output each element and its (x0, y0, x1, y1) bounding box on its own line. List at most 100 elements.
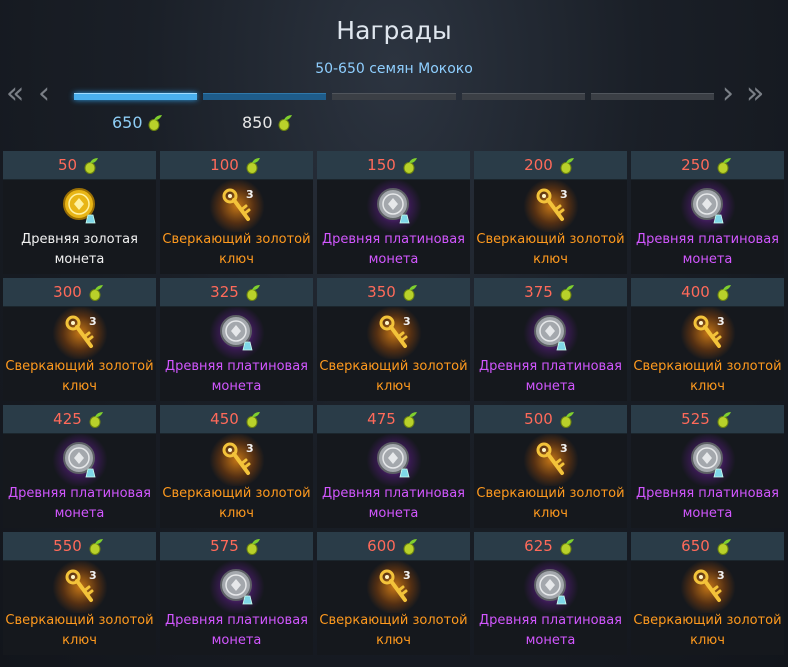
ancient-platinum-coin-icon (219, 569, 253, 605)
reward-item[interactable]: 3 Сверкающий золотой ключ (160, 180, 313, 274)
mokoko-seed-icon (560, 412, 574, 428)
reward-card[interactable]: 325 Древняя платиновая монета (160, 278, 313, 401)
reward-item[interactable]: Древняя платиновая монета (631, 434, 784, 528)
reward-card[interactable]: 425 Древняя платиновая монета (3, 405, 156, 528)
reward-card[interactable]: 400 3 Сверкающий золотой ключ (631, 278, 784, 401)
item-name: Древняя платиновая монета (164, 359, 309, 394)
mokoko-seed-icon (89, 412, 103, 428)
item-quantity: 3 (246, 188, 254, 201)
reward-threshold-header: 625 (474, 532, 627, 561)
reward-card[interactable]: 550 3 Сверкающий золотой ключ (3, 532, 156, 655)
mokoko-seed-icon (84, 158, 99, 174)
reward-item[interactable]: Древняя платиновая монета (474, 307, 627, 401)
milestone-value: 850 (242, 112, 273, 132)
reward-item[interactable]: Древняя платиновая монета (317, 180, 470, 274)
reward-threshold-header: 575 (160, 532, 313, 561)
reward-item[interactable]: Древняя платиновая монета (3, 434, 156, 528)
reward-item[interactable]: 3 Сверкающий золотой ключ (160, 434, 313, 528)
mokoko-seed-icon (717, 285, 731, 301)
last-page-icon[interactable]: » (746, 78, 765, 110)
item-name: Древняя платиновая монета (7, 486, 152, 521)
reward-card[interactable]: 500 3 Сверкающий золотой ключ (474, 405, 627, 528)
reward-card[interactable]: 650 3 Сверкающий золотой ключ (631, 532, 784, 655)
reward-threshold-header: 425 (3, 405, 156, 434)
ancient-platinum-coin-icon (376, 188, 410, 224)
reward-item[interactable]: 3 Сверкающий золотой ключ (3, 307, 156, 401)
reward-item[interactable]: Древняя платиновая монета (474, 561, 627, 655)
reward-threshold-header: 100 (160, 151, 313, 180)
mokoko-seed-icon (403, 539, 417, 555)
reward-threshold: 400 (681, 283, 710, 301)
ancient-platinum-coin-icon (219, 315, 253, 351)
item-name: Сверкающий золотой ключ (162, 232, 311, 267)
mokoko-seed-icon (717, 158, 731, 174)
reward-item[interactable]: 3 Сверкающий золотой ключ (474, 434, 627, 528)
reward-threshold: 500 (524, 410, 553, 428)
reward-threshold-header: 325 (160, 278, 313, 307)
reward-card[interactable]: 250 Древняя платиновая монета (631, 151, 784, 274)
ancient-platinum-coin-icon (533, 315, 567, 351)
item-name: Сверкающий золотой ключ (633, 359, 782, 394)
reward-threshold-header: 475 (317, 405, 470, 434)
item-name: Сверкающий золотой ключ (319, 613, 468, 648)
reward-card[interactable]: 150 Древняя платиновая монета (317, 151, 470, 274)
reward-card[interactable]: 600 3 Сверкающий золотой ключ (317, 532, 470, 655)
reward-card[interactable]: 50 Древняя золотая монета (3, 151, 156, 274)
mokoko-seed-icon (717, 539, 731, 555)
reward-card[interactable]: 475 Древняя платиновая монета (317, 405, 470, 528)
reward-card[interactable]: 575 Древняя платиновая монета (160, 532, 313, 655)
mokoko-seed-icon (246, 539, 260, 555)
item-name: Древняя платиновая монета (635, 486, 780, 521)
reward-card[interactable]: 450 3 Сверкающий золотой ключ (160, 405, 313, 528)
next-page-icon[interactable]: › (722, 78, 734, 110)
item-name: Сверкающий золотой ключ (633, 613, 782, 648)
reward-card[interactable]: 625 Древняя платиновая монета (474, 532, 627, 655)
mokoko-seed-icon (560, 158, 574, 174)
reward-threshold: 475 (367, 410, 396, 428)
reward-threshold: 450 (210, 410, 239, 428)
page-progress-bar (74, 93, 715, 100)
reward-threshold: 350 (367, 283, 396, 301)
reward-item[interactable]: Древняя платиновая монета (631, 180, 784, 274)
progress-segment[interactable] (332, 93, 456, 100)
ancient-platinum-coin-icon (690, 442, 724, 478)
item-name: Древняя платиновая монета (478, 359, 623, 394)
mokoko-seed-icon (246, 285, 260, 301)
progress-segment[interactable] (461, 93, 585, 100)
milestone-value: 650 (112, 112, 143, 132)
reward-item[interactable]: 3 Сверкающий золотой ключ (317, 307, 470, 401)
reward-threshold: 150 (367, 156, 396, 174)
reward-item[interactable]: 3 Сверкающий золотой ключ (474, 180, 627, 274)
reward-item[interactable]: Древняя платиновая монета (160, 561, 313, 655)
reward-item[interactable]: Древняя платиновая монета (160, 307, 313, 401)
progress-segment[interactable] (74, 93, 198, 100)
reward-item[interactable]: 3 Сверкающий золотой ключ (631, 307, 784, 401)
reward-card[interactable]: 200 3 Сверкающий золотой ключ (474, 151, 627, 274)
item-name: Древняя платиновая монета (478, 613, 623, 648)
reward-threshold: 650 (681, 537, 710, 555)
reward-item[interactable]: 3 Сверкающий золотой ключ (317, 561, 470, 655)
reward-card[interactable]: 100 3 Сверкающий золотой ключ (160, 151, 313, 274)
prev-page-icon[interactable]: ‹ (38, 78, 50, 110)
item-quantity: 3 (403, 315, 411, 328)
item-quantity: 3 (89, 569, 97, 582)
reward-card[interactable]: 300 3 Сверкающий золотой ключ (3, 278, 156, 401)
reward-card[interactable]: 350 3 Сверкающий золотой ключ (317, 278, 470, 401)
mokoko-seed-icon (89, 285, 103, 301)
reward-threshold: 250 (681, 156, 710, 174)
item-quantity: 3 (560, 188, 568, 201)
reward-item[interactable]: Древняя золотая монета (3, 180, 156, 274)
ancient-platinum-coin-icon (690, 188, 724, 224)
progress-segment[interactable] (203, 93, 327, 100)
ancient-platinum-coin-icon (62, 442, 96, 478)
reward-item[interactable]: Древняя платиновая монета (317, 434, 470, 528)
first-page-icon[interactable]: « (6, 78, 25, 110)
reward-item[interactable]: 3 Сверкающий золотой ключ (631, 561, 784, 655)
mokoko-seed-icon (560, 285, 574, 301)
progress-segment[interactable] (590, 93, 715, 100)
reward-card[interactable]: 375 Древняя платиновая монета (474, 278, 627, 401)
item-quantity: 3 (246, 442, 254, 455)
reward-card[interactable]: 525 Древняя платиновая монета (631, 405, 784, 528)
reward-threshold-header: 600 (317, 532, 470, 561)
reward-item[interactable]: 3 Сверкающий золотой ключ (3, 561, 156, 655)
